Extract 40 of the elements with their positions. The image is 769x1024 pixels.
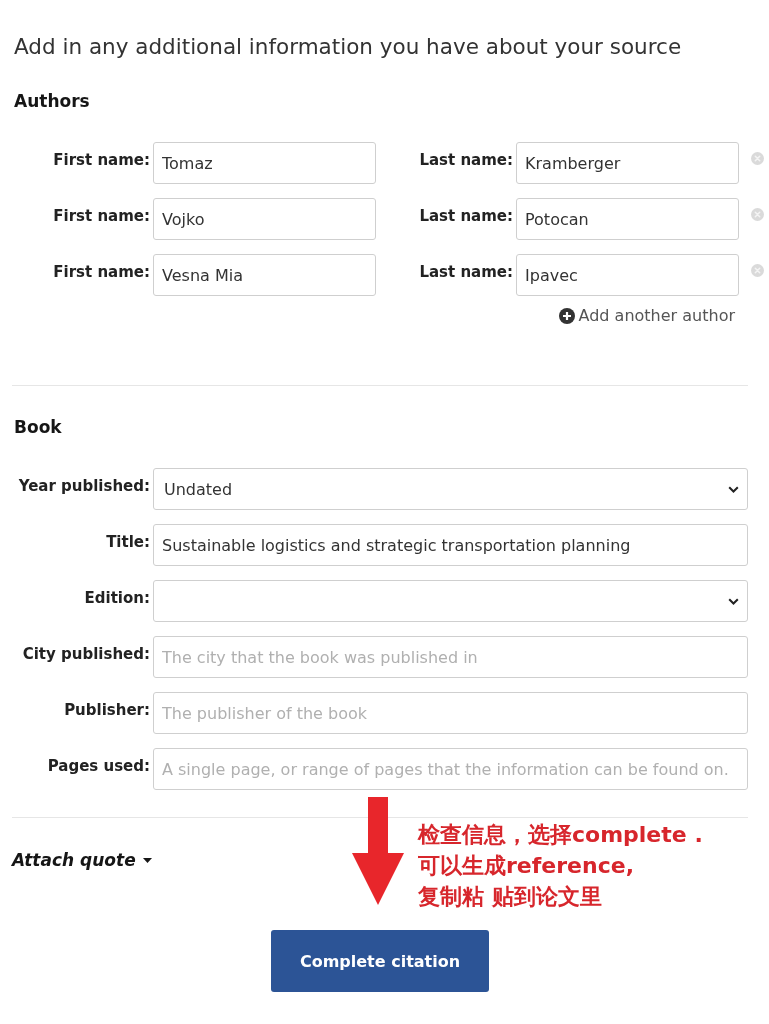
dropdown-field[interactable]: [153, 580, 748, 622]
dropdown-field[interactable]: Undated: [153, 468, 748, 510]
field-label: Year published:: [18, 476, 150, 496]
field-label: Pages used:: [47, 756, 150, 776]
field-label: First name:: [53, 150, 150, 170]
field-label: City published:: [22, 644, 150, 664]
field-label: Edition:: [84, 588, 150, 608]
field-label: Publisher:: [64, 700, 150, 720]
section-title: Book: [14, 416, 63, 439]
input-field[interactable]: Kramberger: [516, 142, 739, 184]
add-author-link[interactable]: Add another author: [558, 305, 735, 327]
input-field[interactable]: Ipavec: [516, 254, 739, 296]
input-field[interactable]: Vesna Mia: [153, 254, 376, 296]
field-label: Title:: [106, 532, 150, 552]
field-label: Last name:: [419, 206, 513, 226]
remove-circle-icon[interactable]: [751, 208, 764, 221]
chevron-down-icon: [728, 485, 739, 493]
input-field[interactable]: The city that the book was published in: [153, 636, 748, 678]
complete-citation-button[interactable]: Complete citation: [271, 930, 489, 992]
attach-quote-toggle[interactable]: Attach quote: [12, 848, 152, 872]
field-label: First name:: [53, 262, 150, 282]
annotation-text: 检查信息，选择complete .: [418, 822, 703, 848]
input-field[interactable]: Potocan: [516, 198, 739, 240]
page-heading: Add in any additional information you have about your source: [14, 33, 683, 61]
field-label: Last name:: [419, 262, 513, 282]
plus-circle-icon: [558, 308, 575, 324]
annotation-text: 复制粘 贴到论文里: [418, 884, 602, 910]
chevron-down-icon: [728, 597, 739, 605]
input-field[interactable]: The publisher of the book: [153, 692, 748, 734]
remove-circle-icon[interactable]: [751, 264, 764, 277]
caret-down-icon: [142, 857, 152, 863]
section-title: Authors: [14, 90, 91, 113]
input-field[interactable]: Sustainable logistics and strategic transportation planning: [153, 524, 748, 566]
remove-circle-icon[interactable]: [751, 152, 764, 165]
field-label: First name:: [53, 206, 150, 226]
field-label: Last name:: [419, 150, 513, 170]
input-field[interactable]: Vojko: [153, 198, 376, 240]
annotation-text: 可以生成reference,: [418, 853, 634, 879]
input-field[interactable]: Tomaz: [153, 142, 376, 184]
input-field[interactable]: A single page, or range of pages that the information can be found on.: [153, 748, 748, 790]
